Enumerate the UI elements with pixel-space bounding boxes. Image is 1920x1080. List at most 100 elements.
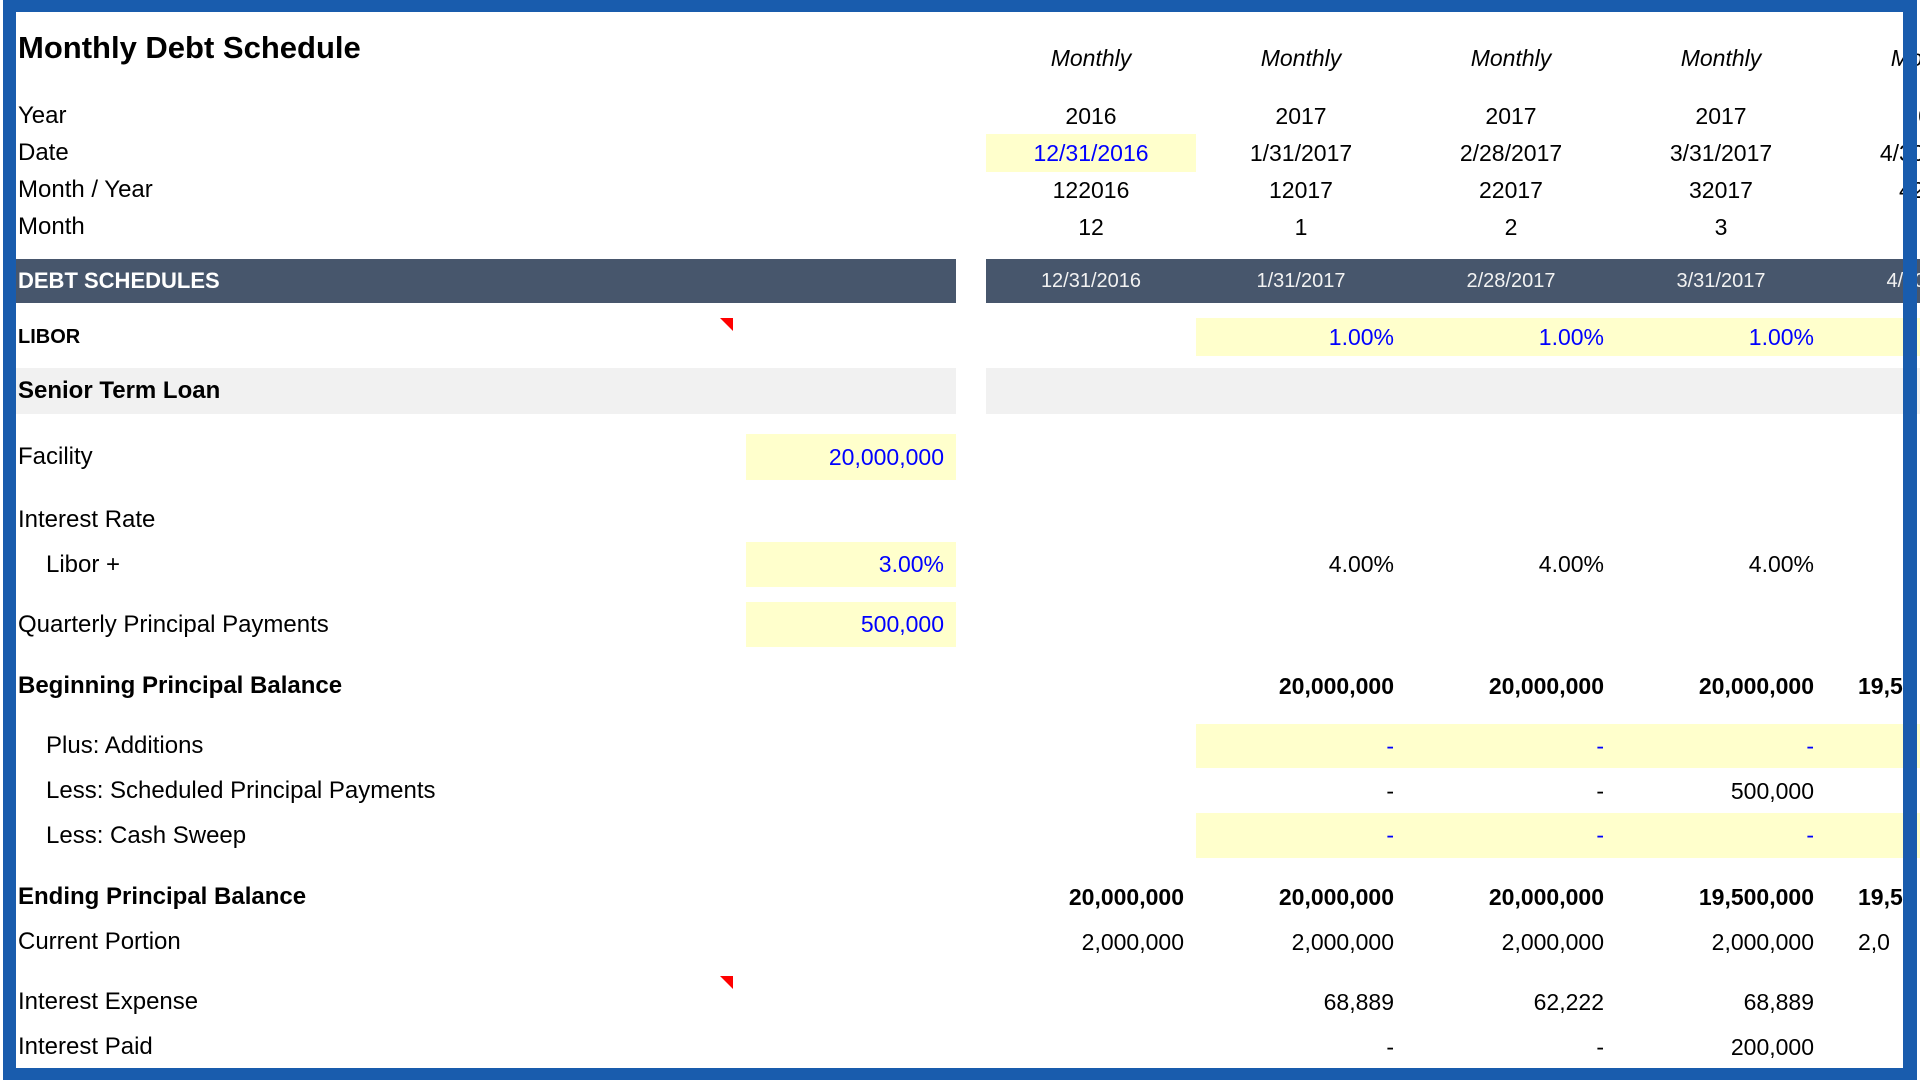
cell: 20,000,000 bbox=[1406, 672, 1616, 700]
cell: - bbox=[1406, 772, 1616, 810]
cell: 2/28/2017 bbox=[1406, 134, 1616, 172]
band-date: 1/31/2017 bbox=[1196, 259, 1406, 303]
cell: 62,222 bbox=[1406, 988, 1616, 1016]
cell-partial: 19,5 bbox=[1826, 883, 1920, 911]
current-portion-row: Current Portion 2,000,000 2,000,000 2,00… bbox=[0, 928, 1920, 956]
month-row: Month 12 1 2 3 bbox=[0, 213, 1920, 241]
cell: 19,500,000 bbox=[1616, 883, 1826, 911]
cell: 68,889 bbox=[1196, 988, 1406, 1016]
cell: 2017 bbox=[1616, 102, 1826, 130]
libor-row: LIBOR 1.00% 1.00% 1.00% bbox=[0, 318, 1920, 356]
cell: 32017 bbox=[1616, 176, 1826, 204]
cell: 3 bbox=[1616, 213, 1826, 241]
section-band: DEBT SCHEDULES 12/31/2016 1/31/2017 2/28… bbox=[0, 259, 1920, 303]
cell[interactable]: - bbox=[1196, 724, 1406, 768]
libor-plus-input-cell[interactable]: 3.00% bbox=[746, 542, 956, 587]
cell: 2017 bbox=[1826, 102, 1920, 130]
cell: 12017 bbox=[1196, 176, 1406, 204]
year-row: Year 2016 2017 2017 2017 2017 bbox=[0, 102, 1920, 130]
row-label: Quarterly Principal Payments bbox=[18, 602, 329, 647]
row-label: Beginning Principal Balance bbox=[18, 672, 342, 700]
cell: 12 bbox=[986, 213, 1196, 241]
cell: - bbox=[1196, 1033, 1406, 1061]
band-date: 2/28/2017 bbox=[1406, 259, 1616, 303]
row-label: Year bbox=[18, 102, 67, 130]
cell: 4.00% bbox=[1616, 542, 1826, 587]
cell: 20,000,000 bbox=[1616, 672, 1826, 700]
cell: 2016 bbox=[986, 102, 1196, 130]
subsection-title: Senior Term Loan bbox=[18, 368, 220, 414]
libor-cell[interactable]: 1.00% bbox=[1406, 318, 1616, 356]
row-label: Libor + bbox=[46, 542, 120, 587]
cell: 2017 bbox=[1406, 102, 1616, 130]
cell: 4.00% bbox=[1196, 542, 1406, 587]
cell[interactable]: - bbox=[1616, 724, 1826, 768]
comment-marker-icon[interactable] bbox=[720, 318, 733, 331]
cell-partial: 2,0 bbox=[1826, 928, 1920, 956]
facility-input-cell[interactable]: 20,000,000 bbox=[746, 434, 956, 480]
cell: 22017 bbox=[1406, 176, 1616, 204]
row-label: Interest Expense bbox=[18, 988, 198, 1016]
interest-rate-row: Interest Rate bbox=[0, 506, 1920, 534]
cell: - bbox=[1406, 1033, 1616, 1061]
row-label: LIBOR bbox=[18, 318, 80, 356]
date-row: Date 12/31/2016 1/31/2017 2/28/2017 3/31… bbox=[0, 134, 1920, 172]
row-label: Less: Scheduled Principal Payments bbox=[46, 772, 436, 810]
cell[interactable]: - bbox=[1406, 724, 1616, 768]
interest-paid-row: Interest Paid - - 200,000 bbox=[0, 1033, 1920, 1061]
row-label: Date bbox=[18, 134, 69, 172]
band-date: 12/31/2016 bbox=[986, 259, 1196, 303]
period-label: Monthly bbox=[986, 44, 1196, 72]
section-title: DEBT SCHEDULES bbox=[18, 259, 220, 303]
interest-expense-row: Interest Expense 68,889 62,222 68,889 bbox=[0, 988, 1920, 1016]
libor-cell[interactable]: 1.00% bbox=[1616, 318, 1826, 356]
ending-balance-row: Ending Principal Balance 20,000,000 20,0… bbox=[0, 883, 1920, 911]
cell: 20,000,000 bbox=[1196, 883, 1406, 911]
band-date: 4/30/2017 bbox=[1826, 259, 1920, 303]
cell: 2017 bbox=[1196, 102, 1406, 130]
period-label: Monthly bbox=[1196, 44, 1406, 72]
cell: 20,000,000 bbox=[986, 883, 1196, 911]
row-label: Facility bbox=[18, 434, 93, 480]
cell: 68,889 bbox=[1616, 988, 1826, 1016]
cell[interactable]: - bbox=[1196, 813, 1406, 858]
cell: - bbox=[1196, 772, 1406, 810]
cell: 2,000,000 bbox=[1196, 928, 1406, 956]
row-label: Interest Rate bbox=[18, 506, 155, 534]
quarterly-input-cell[interactable]: 500,000 bbox=[746, 602, 956, 647]
comment-marker-icon[interactable] bbox=[720, 976, 733, 989]
row-label: Current Portion bbox=[18, 928, 181, 956]
cell: 4.00% bbox=[1406, 542, 1616, 587]
cell: 1 bbox=[1196, 213, 1406, 241]
beginning-balance-row: Beginning Principal Balance 20,000,000 2… bbox=[0, 672, 1920, 700]
period-header-row: Monthly Monthly Monthly Monthly Monthly bbox=[0, 44, 1920, 72]
additions-row: Plus: Additions - - - bbox=[0, 724, 1920, 768]
row-label: Plus: Additions bbox=[46, 724, 203, 768]
row-label: Month / Year bbox=[18, 176, 153, 204]
cell: 3/31/2017 bbox=[1616, 134, 1826, 172]
cell: 2,000,000 bbox=[986, 928, 1196, 956]
libor-cell[interactable]: 1.00% bbox=[1196, 318, 1406, 356]
cell[interactable]: - bbox=[1406, 813, 1616, 858]
cell: 200,000 bbox=[1616, 1033, 1826, 1061]
cell: 42017 bbox=[1826, 176, 1920, 204]
facility-row: Facility 20,000,000 bbox=[0, 434, 1920, 480]
row-label: Month bbox=[18, 213, 85, 241]
cell: 2,000,000 bbox=[1616, 928, 1826, 956]
period-label: Monthly bbox=[1406, 44, 1616, 72]
cell-partial: 19,5 bbox=[1826, 672, 1920, 700]
cell: 500,000 bbox=[1616, 772, 1826, 810]
date-input-cell[interactable]: 12/31/2016 bbox=[986, 134, 1196, 172]
row-label: Less: Cash Sweep bbox=[46, 813, 246, 858]
cell: 2,000,000 bbox=[1406, 928, 1616, 956]
cell: 1/31/2017 bbox=[1196, 134, 1406, 172]
row-label: Interest Paid bbox=[18, 1033, 153, 1061]
cash-sweep-row: Less: Cash Sweep - - - bbox=[0, 813, 1920, 858]
band-date: 3/31/2017 bbox=[1616, 259, 1826, 303]
cell: 20,000,000 bbox=[1196, 672, 1406, 700]
row-label: Ending Principal Balance bbox=[18, 883, 306, 911]
libor-plus-row: Libor + 3.00% 4.00% 4.00% 4.00% bbox=[0, 542, 1920, 587]
period-label: Monthly bbox=[1616, 44, 1826, 72]
period-label: Monthly bbox=[1826, 44, 1920, 72]
cell[interactable]: - bbox=[1616, 813, 1826, 858]
